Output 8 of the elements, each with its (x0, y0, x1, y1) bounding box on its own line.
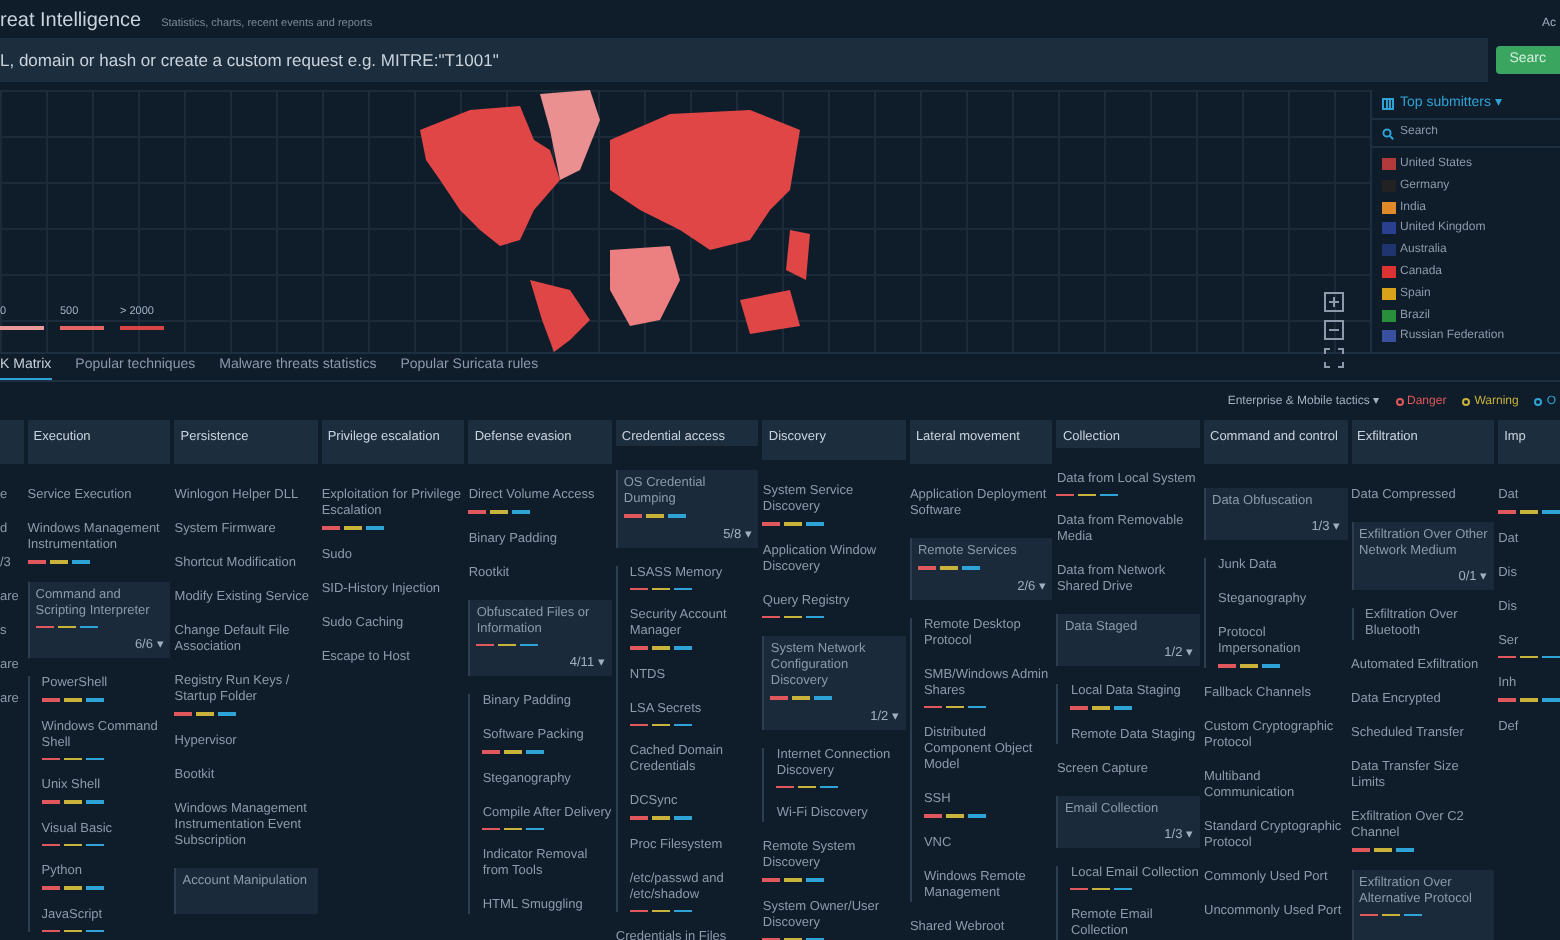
search-input[interactable]: L, domain or hash or create a custom request e.g. MITRE:"T1001" (0, 47, 1488, 73)
columns-icon (1382, 98, 1394, 110)
zoom-in-icon[interactable] (1324, 292, 1344, 312)
zoom-out-icon[interactable] (1324, 320, 1344, 340)
fullscreen-icon[interactable] (1324, 348, 1344, 368)
page-title: reat Intelligence (0, 10, 142, 34)
search-icon (1382, 127, 1394, 139)
search-field[interactable]: L, domain or hash or create a custom request e.g. MITRE:"T1001" (0, 38, 1488, 82)
